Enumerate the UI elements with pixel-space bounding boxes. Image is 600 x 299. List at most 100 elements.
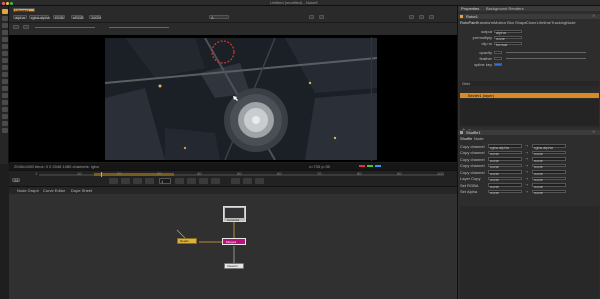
display-channel-select[interactable]: RGB [53, 15, 65, 20]
shuffle-source-select[interactable]: none [488, 150, 522, 155]
refresh-icon[interactable] [419, 15, 424, 19]
lock-icon[interactable] [429, 15, 434, 19]
merge-node[interactable]: Merge1 [222, 238, 246, 245]
first-frame-icon[interactable] [109, 178, 118, 184]
smear-tool-icon[interactable] [1, 72, 8, 77]
next-key-icon[interactable] [199, 178, 208, 184]
step-forward-icon[interactable] [187, 178, 196, 184]
shuffle-target-select[interactable]: none [532, 183, 566, 188]
opacity-field[interactable] [494, 50, 502, 54]
select-tool-icon[interactable] [1, 9, 8, 14]
gain-icon[interactable] [13, 25, 19, 29]
read-node[interactable]: Read1 [177, 238, 197, 244]
tab-rotopaint[interactable]: RotoPaint [460, 20, 478, 25]
tab-lifetime[interactable]: Lifetime [537, 20, 551, 25]
shuffle-color-icon[interactable] [460, 131, 463, 134]
node-name[interactable]: Rotor1 [466, 14, 478, 19]
playback-range-icon[interactable] [243, 178, 252, 184]
brush-tool-icon[interactable] [1, 30, 8, 35]
tab-shuffle-node[interactable]: Node [474, 137, 484, 141]
tab-background-renders[interactable]: Background Renders [486, 6, 524, 11]
shuffle-target-select[interactable]: none [532, 157, 566, 162]
roi-toggle-icon[interactable] [319, 15, 324, 19]
shuffle-name[interactable]: Shuffle1 [466, 130, 481, 135]
bezier-tool-icon[interactable] [1, 23, 8, 28]
feather-field[interactable] [494, 56, 502, 60]
shuffle-source-select[interactable]: none [488, 183, 522, 188]
node-graph[interactable]: Camera1 Read1 Merge1 Viewer1 [9, 194, 457, 299]
tab-dope-sheet[interactable]: Dope Sheet [71, 189, 92, 193]
increment-icon[interactable] [255, 178, 264, 184]
viewer-node[interactable]: Viewer1 [224, 263, 244, 269]
tab-clone[interactable]: Clone [526, 20, 536, 25]
feather-slider[interactable] [506, 58, 586, 59]
proxy-toggle-icon[interactable] [309, 15, 314, 19]
premultiply-select[interactable]: none [494, 35, 522, 40]
tab-node[interactable]: Node [566, 20, 576, 25]
gamma-slider[interactable] [109, 27, 169, 28]
tab-node-graph[interactable]: Node Graph [17, 189, 39, 193]
shuffle-source-select[interactable]: none [488, 163, 522, 168]
shuffle-target-select[interactable]: none [532, 163, 566, 168]
play-forward-icon[interactable] [175, 178, 184, 184]
channel-alpha-select[interactable]: alpha [13, 15, 27, 20]
zoom-select[interactable]: 100% [89, 15, 101, 20]
fps-field[interactable]: 24 [12, 178, 20, 183]
close-shuffle-icon[interactable]: × [592, 130, 595, 134]
zoom-button[interactable] [10, 1, 13, 5]
viewer-tab[interactable]: Viewer1 [13, 8, 35, 13]
input-a-select[interactable]: A [209, 15, 229, 20]
step-back-icon[interactable] [133, 178, 142, 184]
reveal-tool-icon[interactable] [1, 86, 8, 91]
blur-tool-icon[interactable] [1, 44, 8, 49]
tab-properties[interactable]: Properties [461, 6, 479, 11]
layer-root-row[interactable] [460, 86, 599, 90]
tab-motion-blur[interactable]: Motion Blur [494, 20, 514, 25]
eraser-tool-icon[interactable] [1, 58, 8, 63]
opacity-slider[interactable] [506, 52, 586, 53]
read-node-thumbnail[interactable]: Camera1 [223, 206, 246, 222]
clip-to-select[interactable]: format [494, 41, 522, 46]
pause-icon[interactable] [409, 15, 414, 19]
shuffle-target-select[interactable]: none [532, 176, 566, 181]
sharpen-tool-icon[interactable] [1, 79, 8, 84]
gamma-icon[interactable] [23, 25, 29, 29]
shuffle-source-select[interactable]: none [488, 157, 522, 162]
play-backward-icon[interactable] [145, 178, 154, 184]
current-frame-field[interactable]: 1 [159, 178, 171, 184]
minimize-button[interactable] [6, 1, 9, 5]
dodge-tool-icon[interactable] [1, 51, 8, 56]
shuffle-target-select[interactable]: none [532, 150, 566, 155]
node-color-icon[interactable] [460, 15, 463, 18]
shuffle-source-select[interactable]: rgba.alpha [488, 144, 522, 149]
tab-shape[interactable]: Shape [515, 20, 527, 25]
shuffle-target-select[interactable]: none [532, 170, 566, 175]
close-button[interactable] [2, 1, 5, 5]
points-tool-icon[interactable] [1, 16, 8, 21]
shuffle-target-select[interactable]: none [532, 189, 566, 194]
tab-tracking[interactable]: Tracking [551, 20, 566, 25]
shuffle-source-select[interactable]: none [488, 176, 522, 181]
channel-layer-select[interactable]: rgba.alpha [29, 15, 50, 20]
gain-slider[interactable] [35, 27, 95, 28]
clone-tool-icon[interactable] [1, 37, 8, 42]
close-panel-icon[interactable]: × [592, 14, 595, 18]
loop-mode-icon[interactable] [231, 178, 240, 184]
last-frame-icon[interactable] [211, 178, 220, 184]
shuffle-source-select[interactable]: none [488, 170, 522, 175]
tab-curve-editor[interactable]: Curve Editor [43, 189, 65, 193]
layer-selected-row[interactable]: Bezier1 (layer) [460, 93, 599, 98]
transform-tool-icon[interactable] [1, 121, 8, 126]
shuffle-source-select[interactable]: none [488, 189, 522, 194]
prev-key-icon[interactable] [121, 178, 130, 184]
ellipse-tool-icon[interactable] [1, 93, 8, 98]
tab-transform[interactable]: Transform [476, 20, 494, 25]
bspline-tool-icon[interactable] [1, 107, 8, 112]
tab-shuffle[interactable]: Shuffle [460, 137, 472, 141]
shuffle-target-select[interactable]: rgba.alpha [532, 144, 566, 149]
spline-key-field[interactable] [494, 62, 502, 66]
lut-select[interactable]: sRGB [71, 15, 84, 20]
output-select[interactable]: alpha [494, 29, 522, 34]
feather-tool-icon[interactable] [1, 128, 8, 133]
color-tool-icon[interactable] [1, 65, 8, 70]
